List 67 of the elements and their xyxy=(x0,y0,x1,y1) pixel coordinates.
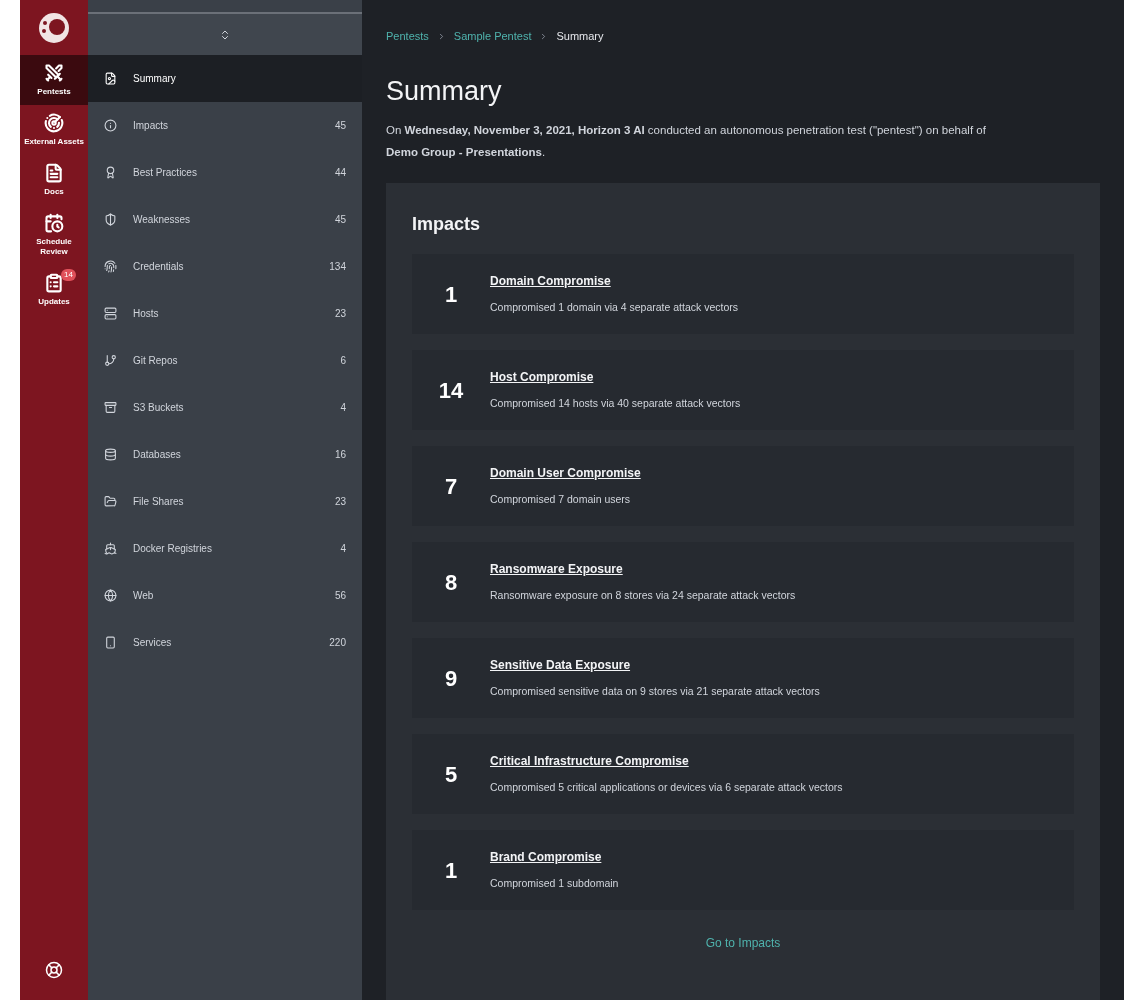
shield-icon xyxy=(104,213,117,226)
impact-link[interactable]: Domain User Compromise xyxy=(490,464,641,483)
impact-link[interactable]: Host Compromise xyxy=(490,368,741,387)
breadcrumb-link[interactable]: Pentests xyxy=(386,28,429,45)
sidebar-item[interactable]: Credentials 134 xyxy=(88,243,362,290)
ship-icon xyxy=(104,542,117,555)
document-icon xyxy=(104,72,117,85)
sidebar-item[interactable]: Web 56 xyxy=(88,572,362,619)
impact-link[interactable]: Sensitive Data Exposure xyxy=(490,656,820,675)
impact-detail: Compromised 5 critical applications or devices via 6 separate attack vectors xyxy=(490,780,843,796)
git-icon xyxy=(104,354,117,367)
medal-icon xyxy=(104,166,117,179)
impact-detail: Compromised 7 domain users xyxy=(490,492,632,508)
phone-icon xyxy=(104,636,117,649)
impact-count: 1 xyxy=(443,856,459,885)
sidebar-item[interactable]: Best Practices 44 xyxy=(88,149,362,196)
crossed-swords-icon xyxy=(44,63,64,83)
sidebar-item[interactable]: Docker Registries 4 xyxy=(88,525,362,572)
count-badge: 14 xyxy=(61,269,76,281)
rail-item[interactable]: Schedule Review xyxy=(20,205,88,265)
impact-count: 5 xyxy=(443,760,459,789)
breadcrumb-link[interactable]: Sample Pentest xyxy=(453,28,532,45)
impact-detail: Compromised 14 hosts via 40 separate attack vectors xyxy=(490,396,741,412)
rail-item[interactable]: Docs xyxy=(20,155,88,205)
sidebar-item[interactable]: Summary xyxy=(88,55,362,102)
document-icon xyxy=(44,163,64,183)
breadcrumb-current: Summary xyxy=(556,29,604,44)
card-title: Impacts xyxy=(412,213,482,236)
info-icon xyxy=(104,119,117,132)
sidebar-item[interactable]: File Shares 23 xyxy=(88,478,362,525)
help-icon[interactable] xyxy=(45,961,63,979)
logo-icon xyxy=(37,10,71,45)
sidebar-item[interactable]: Hosts 23 xyxy=(88,290,362,337)
rail-item[interactable]: Pentests xyxy=(20,55,88,105)
impact-detail: Ransomware exposure on 8 stores via 24 separate attack vectors xyxy=(490,588,796,604)
impact-count: 1 xyxy=(443,280,459,309)
impact-count: 14 xyxy=(437,376,465,405)
go-to-impacts-link[interactable]: Go to Impacts xyxy=(705,934,781,952)
collapse-icon[interactable] xyxy=(219,28,231,41)
radar-icon xyxy=(44,113,64,133)
sidebar-item[interactable]: Impacts 45 xyxy=(88,102,362,149)
sidebar-item[interactable]: Services 220 xyxy=(88,619,362,666)
sidebar-item[interactable]: Databases 16 xyxy=(88,431,362,478)
summary-text: On Wednesday, November 3, 2021, Horizon 3 AI conducted an autonomous penetration test ("pentest") on behalf of Demo Group - Presentations. xyxy=(386,123,987,160)
globe-icon xyxy=(104,589,117,602)
sidebar-item[interactable]: S3 Buckets 4 xyxy=(88,384,362,431)
rail-item[interactable]: External Assets xyxy=(20,105,88,155)
database-icon xyxy=(104,448,117,461)
impact-count: 7 xyxy=(443,472,459,501)
sidebar-item[interactable]: Weaknesses 45 xyxy=(88,196,362,243)
impact-detail: Compromised 1 subdomain xyxy=(490,876,619,892)
folder-icon xyxy=(104,495,117,508)
fingerprint-icon xyxy=(104,260,117,273)
impact-detail: Compromised sensitive data on 9 stores via 21 separate attack vectors xyxy=(490,684,820,700)
impact-link[interactable]: Brand Compromise xyxy=(490,848,619,867)
rail-item[interactable]: Updates 14 xyxy=(20,265,88,315)
impact-count: 8 xyxy=(443,568,459,597)
impact-link[interactable]: Ransomware Exposure xyxy=(490,560,796,579)
impact-link[interactable]: Domain Compromise xyxy=(490,272,739,291)
clipboard-icon xyxy=(44,273,64,293)
impact-count: 9 xyxy=(443,664,459,693)
calendar-icon xyxy=(44,213,64,233)
impact-detail: Compromised 1 domain via 4 separate attack vectors xyxy=(490,300,739,316)
server-icon xyxy=(104,307,117,320)
sidebar-item[interactable]: Git Repos 6 xyxy=(88,337,362,384)
page-title: Summary xyxy=(386,74,503,108)
impact-link[interactable]: Critical Infrastructure Compromise xyxy=(490,752,843,771)
